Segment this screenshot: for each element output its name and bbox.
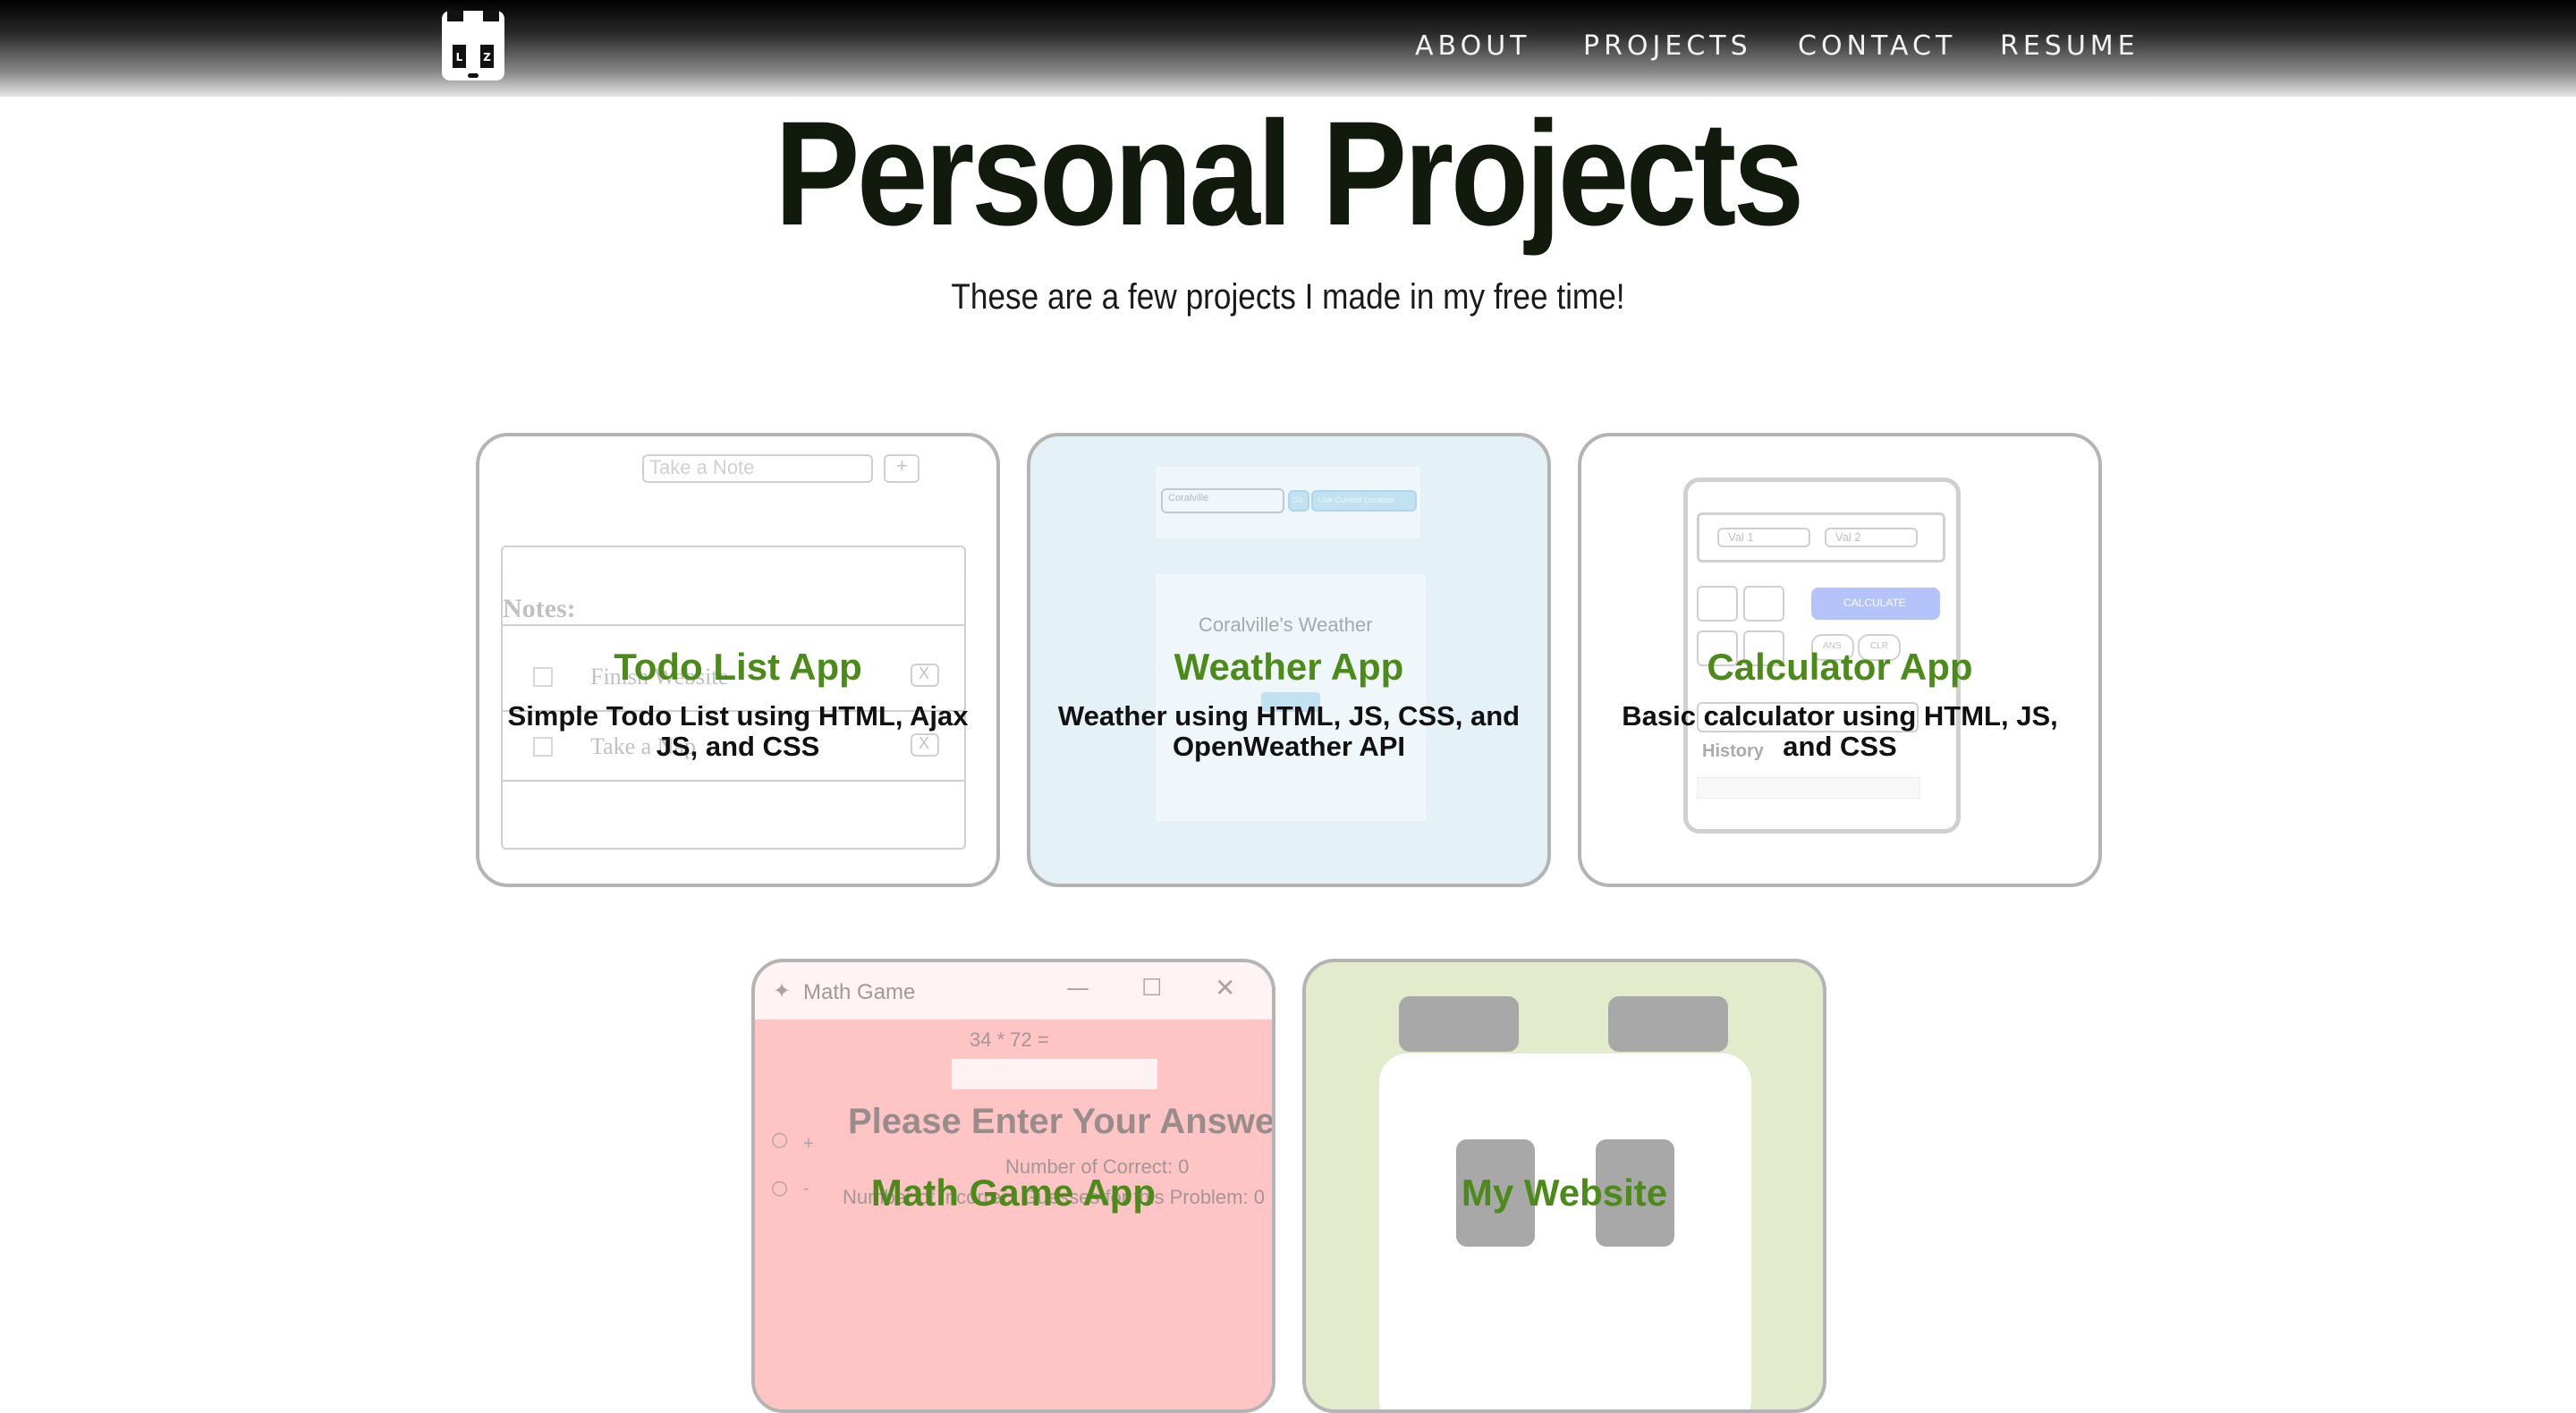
math-game-preview-titlebar: ✦ Math Game — ☐ ✕: [755, 962, 1272, 1020]
weather-preview-result-panel: Coralville's Weather: [1156, 574, 1426, 821]
calculator-preview-op-add: [1697, 586, 1738, 622]
weather-preview-go-label: Go: [1292, 495, 1304, 504]
weather-preview-location-button: Use Current Location: [1311, 490, 1417, 512]
todo-preview-notes-heading: Notes:: [503, 594, 576, 623]
todo-preview-divider: [501, 624, 964, 626]
page-subtitle: These are a few projects I made in my fr…: [951, 277, 1625, 317]
math-game-preview-body: 34 * 72 = Please Enter Your Answer ○ + ○…: [755, 1020, 1275, 1409]
todo-preview-note-input: Take a Note: [642, 454, 873, 483]
todo-preview-add-label: +: [896, 454, 908, 477]
website-preview-right-ear: [1608, 996, 1728, 1052]
math-game-preview-window-title: Math Game: [803, 980, 916, 1004]
logo-right-eye: Z: [480, 45, 494, 68]
todo-preview-add-button: +: [884, 454, 919, 483]
website-preview-left-ear: [1399, 996, 1519, 1052]
calculator-preview-val1-placeholder: Val 1: [1728, 530, 1754, 544]
calculator-preview-val1: Val 1: [1717, 528, 1810, 547]
project-description: Basic calculator using HTML, JS, and CSS: [1622, 700, 2058, 762]
project-card-math-game[interactable]: ✦ Math Game — ☐ ✕ 34 * 72 = Please Enter…: [751, 959, 1275, 1413]
minimize-icon: —: [1066, 975, 1089, 1002]
radio-icon: ○: [771, 1129, 789, 1151]
feather-icon: ✦: [773, 979, 792, 1003]
math-game-preview-answer-input: [952, 1059, 1157, 1089]
logo-nose: [468, 73, 479, 78]
project-description: Simple Todo List using HTML, Ajax JS, an…: [507, 700, 969, 762]
weather-preview-city-value: Coralville: [1168, 493, 1209, 503]
math-game-preview-option: +: [803, 1134, 814, 1154]
project-title: Weather App: [1174, 646, 1404, 688]
logo-left-ear: [447, 11, 463, 21]
calculator-preview-calculate-label: CALCULATE: [1843, 597, 1906, 609]
calculator-preview-calculate-button: CALCULATE: [1811, 588, 1940, 620]
project-title: My Website: [1461, 1172, 1668, 1214]
todo-preview-placeholder: Take a Note: [649, 456, 755, 478]
nav-resume-link[interactable]: RESUME: [2000, 30, 2140, 62]
project-card-weather[interactable]: Coralville Go Use Current Location Coral…: [1027, 433, 1551, 887]
project-card-todo[interactable]: Take a Note + Notes: Finish Website X Ta…: [476, 433, 1000, 887]
weather-preview-go-button: Go: [1288, 490, 1309, 512]
website-preview-face: [1379, 1053, 1751, 1409]
project-title: Math Game App: [870, 1172, 1157, 1214]
todo-preview-divider: [501, 780, 964, 782]
project-description: Weather using HTML, JS, CSS, and OpenWea…: [1057, 700, 1521, 762]
maximize-icon: ☐: [1141, 975, 1163, 1002]
top-navigation-bar: L Z ABOUT PROJECTS CONTACT RESUME: [0, 0, 2576, 97]
logo-right-ear: [483, 11, 499, 21]
todo-preview-notes-panel: [501, 546, 966, 850]
nav-contact-link[interactable]: CONTACT: [1798, 30, 1956, 62]
logo-left-eye: L: [453, 45, 466, 68]
math-game-preview-question: 34 * 72 =: [970, 1028, 1049, 1051]
calculator-preview-inputs: Val 1 Val 2: [1697, 512, 1945, 563]
weather-preview-location-label: Use Current Location: [1318, 495, 1395, 504]
calculator-preview-val2-placeholder: Val 2: [1835, 530, 1861, 544]
nav-projects-link[interactable]: PROJECTS: [1583, 30, 1752, 62]
project-card-my-website[interactable]: My Website: [1302, 959, 1826, 1413]
site-logo[interactable]: L Z: [442, 11, 504, 80]
page-title: Personal Projects: [775, 91, 1804, 257]
calculator-preview-val2: Val 2: [1825, 528, 1918, 547]
weather-preview-search-panel: Coralville Go Use Current Location: [1156, 467, 1420, 538]
project-title: Todo List App: [614, 646, 862, 688]
weather-preview-city-input: Coralville: [1161, 488, 1284, 513]
calculator-preview-history-list: [1697, 777, 1920, 799]
project-card-calculator[interactable]: Val 1 Val 2 CALCULATE ANS CLR History Ca…: [1578, 433, 2102, 887]
project-title: Calculator App: [1707, 646, 1973, 688]
math-game-preview-prompt: Please Enter Your Answer: [848, 1102, 1275, 1141]
nav-about-link[interactable]: ABOUT: [1415, 30, 1530, 62]
weather-preview-heading: Coralville's Weather: [1199, 613, 1373, 636]
close-icon: ✕: [1215, 973, 1236, 1003]
calculator-preview-op-sub: [1743, 586, 1784, 622]
